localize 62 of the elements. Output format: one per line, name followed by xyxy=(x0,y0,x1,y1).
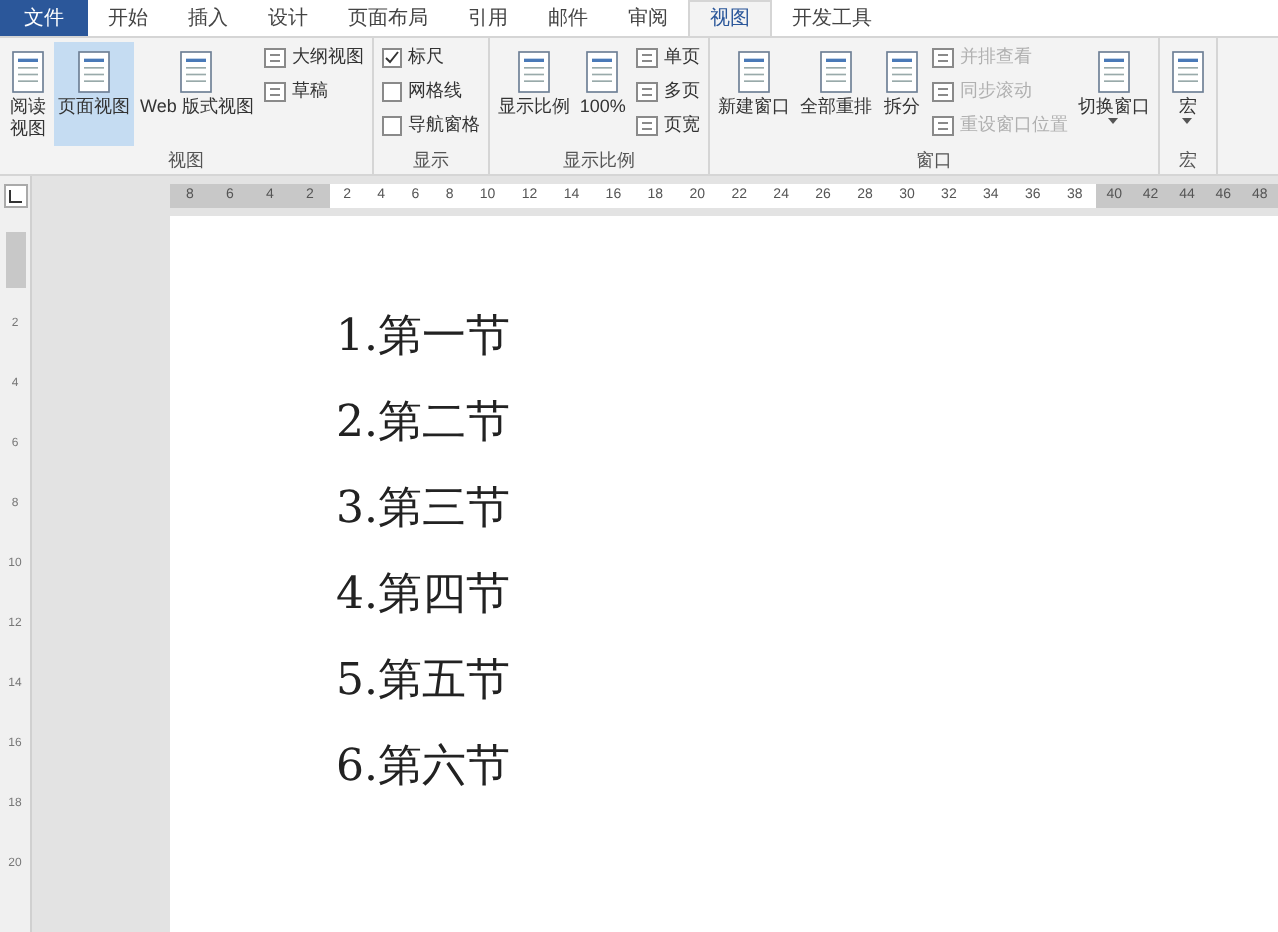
list-item: 1.第一节 xyxy=(336,310,512,366)
tab-stop-icon[interactable] xyxy=(3,184,27,208)
checkbox[interactable] xyxy=(381,82,402,102)
page-icon xyxy=(635,82,658,102)
list-item: 6.第六节 xyxy=(336,740,512,796)
checkbox[interactable] xyxy=(381,48,402,68)
checkbox-option[interactable]: 网格线 xyxy=(381,76,480,108)
ribbon-tab[interactable]: 引用 xyxy=(448,0,528,36)
document-icon xyxy=(881,48,922,96)
checkbox-option[interactable]: 导航窗格 xyxy=(381,110,480,142)
ribbon-tab[interactable]: 文件 xyxy=(0,0,88,36)
ribbon-tab[interactable]: 开始 xyxy=(88,0,168,36)
group-label: 宏 xyxy=(1178,148,1197,174)
page-icon xyxy=(635,48,658,68)
page-icon xyxy=(931,82,954,102)
page-icon xyxy=(931,48,954,68)
checkbox-option[interactable]: 标尺 xyxy=(381,42,480,74)
document-icon xyxy=(733,48,774,96)
document-icon xyxy=(513,48,554,96)
group-label: 视图 xyxy=(167,148,204,174)
ribbon-tab[interactable]: 开发工具 xyxy=(772,0,892,36)
ribbon-tab[interactable]: 视图 xyxy=(688,0,772,36)
ribbon-button[interactable]: 显示比例 xyxy=(493,42,574,146)
document-icon xyxy=(1093,48,1134,96)
ribbon-button[interactable]: 页面视图 xyxy=(54,42,134,146)
ribbon-button[interactable]: 100% xyxy=(575,42,630,146)
ribbon-button[interactable]: 单页 xyxy=(635,42,700,74)
ribbon-button[interactable]: 大纲视图 xyxy=(263,42,364,74)
ribbon-button[interactable]: 阅读视图 xyxy=(4,42,52,146)
ribbon-tab[interactable]: 邮件 xyxy=(528,0,608,36)
ribbon-button[interactable]: 页宽 xyxy=(635,110,700,142)
ribbon-button[interactable]: Web 版式视图 xyxy=(136,42,258,146)
checkbox[interactable] xyxy=(381,116,402,136)
ribbon-tab[interactable]: 插入 xyxy=(168,0,248,36)
document-icon xyxy=(8,48,48,96)
list-item: 5.第五节 xyxy=(336,654,512,710)
list-item: 2.第二节 xyxy=(336,396,512,452)
ribbon-button[interactable]: 草稿 xyxy=(263,76,364,108)
document-icon xyxy=(176,48,217,96)
ruler-margin xyxy=(5,232,25,288)
ribbon-button[interactable]: 宏 xyxy=(1163,42,1212,146)
ribbon-button[interactable]: 拆分 xyxy=(877,42,926,146)
list-item: 4.第四节 xyxy=(336,568,512,624)
document-icon xyxy=(1167,48,1208,96)
group-label: 窗口 xyxy=(915,148,952,174)
document-icon xyxy=(815,48,856,96)
ribbon-button[interactable]: 新建窗口 xyxy=(713,42,794,146)
list-item: 3.第三节 xyxy=(336,482,512,538)
page-icon xyxy=(263,82,286,102)
page-icon xyxy=(635,116,658,136)
group-label: 显示 xyxy=(412,148,449,174)
ribbon-tab[interactable]: 设计 xyxy=(248,0,328,36)
document-icon xyxy=(74,48,114,96)
ribbon-button[interactable]: 全部重排 xyxy=(795,42,876,146)
ribbon-button[interactable]: 多页 xyxy=(635,76,700,108)
page-icon xyxy=(931,116,954,136)
page-icon xyxy=(263,48,286,68)
ribbon-tab[interactable]: 页面布局 xyxy=(328,0,448,36)
ribbon-button[interactable]: 切换窗口 xyxy=(1073,42,1154,146)
ribbon-tab[interactable]: 审阅 xyxy=(608,0,688,36)
document-icon xyxy=(582,48,623,96)
group-label: 显示比例 xyxy=(562,148,635,174)
